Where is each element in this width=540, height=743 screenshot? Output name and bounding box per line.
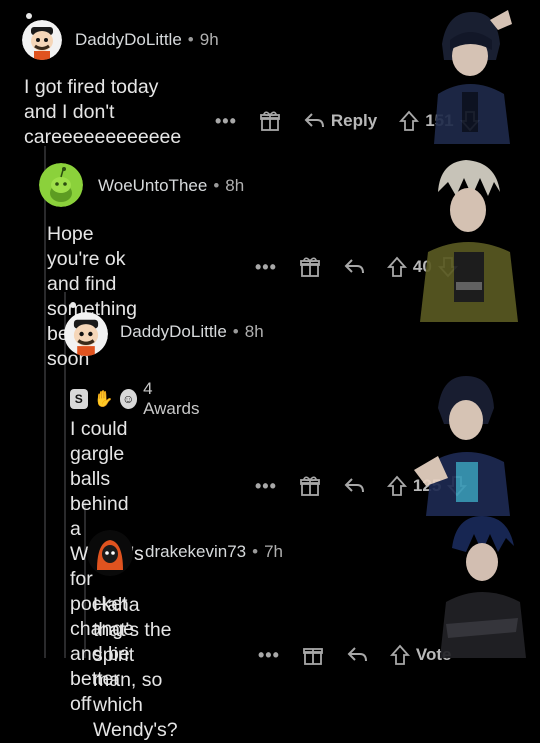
reply-button[interactable]: [343, 257, 365, 277]
character-sticker-3: [414, 376, 510, 516]
avatar-drakekevin73[interactable]: [87, 530, 133, 576]
comment-time: 8h: [225, 176, 245, 195]
comment-actions: ••• Vote: [258, 643, 457, 667]
comment-username[interactable]: WoeUntoThee: [98, 176, 207, 195]
reply-button[interactable]: [343, 476, 365, 496]
comment-body-line: Wendy's?: [93, 719, 178, 741]
more-options-button[interactable]: •••: [215, 111, 237, 132]
character-sticker-2: [420, 160, 518, 322]
comment-time: 9h: [199, 30, 219, 49]
reply-arrow-icon: [344, 259, 364, 274]
comment-username[interactable]: DaddyDoLittle: [120, 322, 227, 341]
emoji-award-icon: ☺: [119, 389, 138, 409]
comment-body-line: Haha that's the spirit man, so which: [93, 594, 172, 716]
comment-body: Haha that's the spirit man, so which Wen…: [93, 593, 178, 743]
awards-count-label: 4 Awards: [143, 379, 200, 418]
meta-separator: •: [252, 542, 259, 561]
character-sticker-4: [440, 516, 526, 658]
comment-body: I got fired today and I don't careeeeeee…: [24, 76, 182, 148]
upvote-icon[interactable]: [386, 256, 407, 278]
hands-award-icon: ✋: [93, 391, 114, 408]
award-button[interactable]: [299, 256, 321, 278]
reply-button[interactable]: [346, 645, 368, 665]
meta-separator: •: [213, 176, 220, 195]
avatar-daddydolittle[interactable]: [64, 312, 108, 356]
online-dot: [70, 302, 76, 308]
gift-icon: [300, 257, 320, 277]
comment-username[interactable]: DaddyDoLittle: [75, 30, 182, 49]
award-button[interactable]: [302, 644, 324, 666]
more-options-button[interactable]: •••: [255, 476, 277, 497]
online-dot: [26, 13, 32, 19]
reply-arrow-icon: [304, 113, 324, 128]
avatar-daddydolittle[interactable]: [22, 20, 62, 60]
reply-label: Reply: [330, 111, 378, 130]
meta-separator: •: [187, 30, 194, 49]
reply-arrow-icon: [344, 478, 364, 493]
reply-button[interactable]: Reply: [303, 111, 377, 131]
silver-award-icon: S: [70, 389, 88, 409]
character-sticker-1: [434, 10, 512, 144]
gift-icon: [260, 111, 280, 131]
award-button[interactable]: [299, 475, 321, 497]
avatar-woeuntothee[interactable]: [39, 163, 83, 207]
gift-icon: [303, 648, 323, 665]
upvote-icon[interactable]: [386, 475, 407, 497]
more-options-button[interactable]: •••: [255, 257, 277, 278]
meta-separator: •: [232, 322, 239, 341]
comment-time: 8h: [244, 322, 264, 341]
awards-row[interactable]: S ✋ ☺ 4 Awards: [70, 379, 204, 419]
gift-icon: [300, 476, 320, 496]
comment-username[interactable]: drakekevin73: [145, 542, 246, 561]
comment-thread: DaddyDoLittle • 9h I got fired today and I…: [0, 0, 540, 741]
award-button[interactable]: [259, 110, 281, 132]
more-options-button[interactable]: •••: [258, 645, 280, 666]
comment-time: 7h: [264, 542, 283, 561]
reply-arrow-icon: [347, 647, 367, 662]
upvote-icon[interactable]: [389, 644, 410, 666]
thread-line-1[interactable]: [44, 146, 46, 658]
